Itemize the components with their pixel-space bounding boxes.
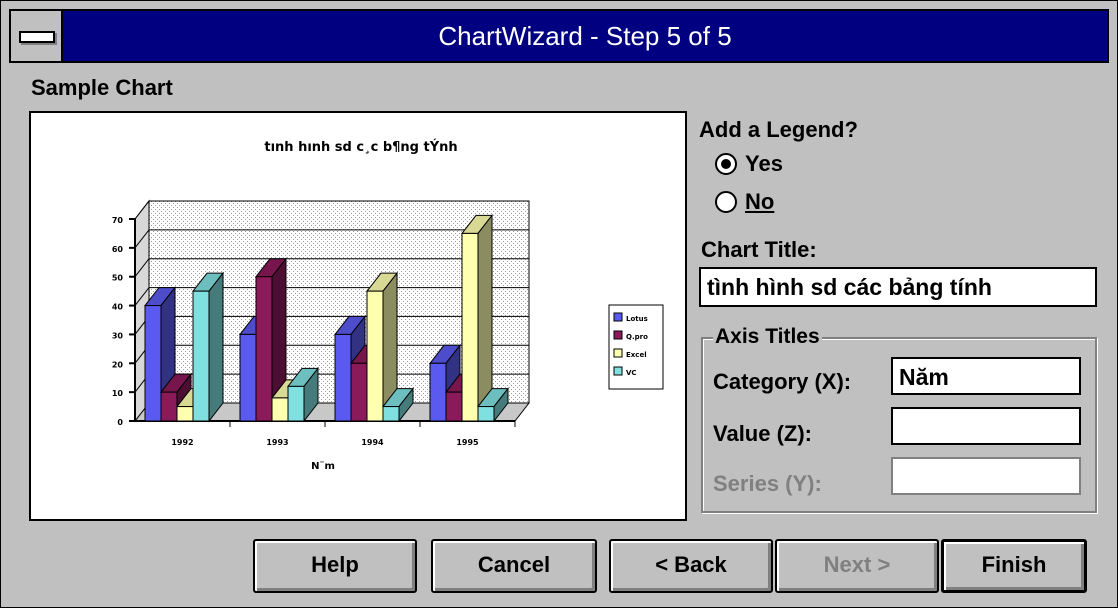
chartwizard-dialog: ChartWizard - Step 5 of 5 Sample Chart t…: [0, 0, 1118, 608]
title-bar: ChartWizard - Step 5 of 5: [9, 9, 1109, 63]
sample-chart-preview: tınh hınh sd c¸c b¶ng tÝnh 0 10 20 30 40 50 60…: [29, 111, 687, 521]
legend-item: Lotus: [613, 312, 648, 323]
axis-titles-label: Axis Titles: [713, 325, 822, 349]
x-tick-label: 1994: [361, 438, 384, 447]
value-z-label: Value (Z):: [713, 421, 813, 446]
y-tick-labels: 0 10 20 30 40 50 60 70: [112, 216, 135, 427]
legend-yes-label[interactable]: Yes: [745, 151, 783, 177]
y-tick-label: 60: [112, 245, 124, 254]
legend-swatch: [613, 330, 623, 340]
chart-title: tınh hınh sd c¸c b¶ng tÝnh: [264, 139, 457, 155]
y-tick-label: 10: [112, 389, 124, 398]
help-button[interactable]: Help: [253, 539, 417, 593]
y-tick-label: 40: [112, 303, 124, 312]
x-tick-label: 1992: [171, 438, 193, 447]
x-tick-label: 1995: [456, 438, 479, 447]
cancel-button[interactable]: Cancel: [431, 539, 597, 593]
x-tick-labels: 1992 1993 1994 1995: [171, 421, 516, 447]
y-tick-label: 30: [112, 331, 124, 340]
legend-item: Excel: [613, 348, 647, 359]
chart-svg: tınh hınh sd c¸c b¶ng tÝnh 0 10 20 30 40 50 60…: [112, 139, 664, 472]
back-button[interactable]: < Back: [609, 539, 773, 593]
y-tick-label: 50: [112, 274, 124, 283]
legend-label: Q.pro: [626, 333, 648, 341]
window-title: ChartWizard - Step 5 of 5: [438, 21, 732, 51]
legend-label: Excel: [626, 351, 647, 359]
series-y-label: Series (Y):: [713, 471, 822, 496]
add-legend-label: Add a Legend?: [699, 117, 858, 142]
category-x-input[interactable]: Năm: [891, 357, 1081, 395]
y-tick-label: 20: [112, 360, 124, 369]
legend-swatch: [613, 366, 623, 376]
value-z-input[interactable]: [891, 407, 1081, 445]
y-tick-label: 0: [117, 418, 123, 427]
x-axis-title: N¨m: [311, 460, 335, 472]
legend-item: Q.pro: [613, 330, 648, 341]
category-x-label: Category (X):: [713, 369, 852, 394]
y-tick-label: 70: [112, 216, 124, 225]
system-menu-icon: [19, 31, 55, 43]
legend-no-radio[interactable]: [715, 191, 737, 213]
legend-label: Lotus: [626, 315, 648, 323]
legend-item: VC: [613, 366, 637, 377]
chart-title-input[interactable]: tình hình sd các bảng tính: [699, 267, 1097, 307]
legend-no-label[interactable]: No: [745, 189, 774, 215]
chart-title-label: Chart Title:: [701, 237, 817, 262]
chart-bar: [460, 213, 494, 423]
sample-chart-label: Sample Chart: [31, 75, 173, 100]
next-button: Next >: [775, 539, 939, 593]
legend-swatch: [613, 348, 623, 358]
legend-yes-radio[interactable]: [715, 153, 737, 175]
legend-swatch: [613, 312, 623, 322]
chart-legend: Lotus Q.pro Excel VC: [608, 304, 664, 390]
x-tick-label: 1993: [266, 438, 288, 447]
legend-label: VC: [626, 369, 637, 377]
system-menu-button[interactable]: [11, 11, 63, 61]
chart-bar: [191, 271, 225, 423]
finish-button[interactable]: Finish: [941, 539, 1087, 593]
series-y-input: [891, 457, 1081, 495]
